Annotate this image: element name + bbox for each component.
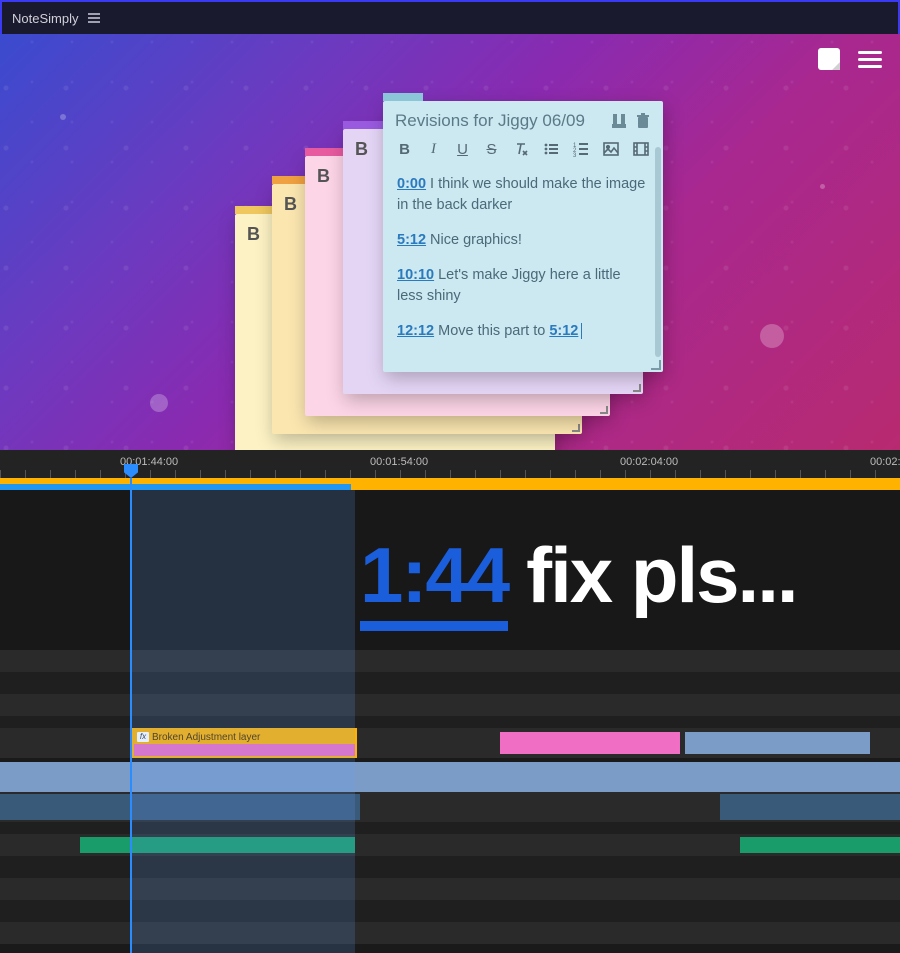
- numbered-list-icon[interactable]: 123: [573, 141, 589, 158]
- ruler-label: 00:02:: [870, 456, 900, 468]
- timestamp-link[interactable]: 10:10: [397, 267, 434, 283]
- preview-panel: B B B B Revisions for Jiggy 06/09 B I U …: [0, 34, 900, 450]
- new-note-icon[interactable]: [818, 48, 840, 70]
- overlay-annotation: 1:44fix pls...: [360, 530, 797, 621]
- app-titlebar: NoteSimply: [0, 0, 900, 34]
- clip-blue[interactable]: [685, 732, 870, 754]
- clip-green[interactable]: [80, 837, 355, 853]
- panel-menu-icon[interactable]: [858, 51, 882, 68]
- clip-green[interactable]: [740, 837, 900, 853]
- italic-icon[interactable]: I: [426, 141, 441, 158]
- clip-darkblue[interactable]: [0, 794, 360, 820]
- underline-icon[interactable]: U: [455, 141, 470, 158]
- video-icon[interactable]: [633, 141, 649, 158]
- overlay-timecode: 1:44: [360, 531, 508, 631]
- clip-blue-full[interactable]: [0, 762, 900, 792]
- fx-badge: fx: [137, 732, 149, 742]
- clip-pink[interactable]: [500, 732, 680, 754]
- playhead[interactable]: [130, 478, 132, 953]
- bold-icon[interactable]: B: [397, 141, 412, 158]
- timeline-panel: 00:01:44:00 00:01:54:00 00:02:04:00 00:0…: [0, 450, 900, 953]
- preview-toolbar: [818, 48, 882, 70]
- overlay-message: fix pls...: [526, 531, 796, 619]
- note-title[interactable]: Revisions for Jiggy 06/09: [395, 111, 603, 131]
- app-title: NoteSimply: [12, 11, 78, 26]
- text-cursor: [581, 323, 582, 339]
- app-menu-icon[interactable]: [88, 13, 100, 23]
- timestamp-link[interactable]: 5:12: [397, 232, 426, 248]
- svg-text:3: 3: [573, 153, 577, 157]
- bold-icon: B: [317, 166, 330, 187]
- bold-icon: B: [247, 224, 260, 245]
- bold-icon: B: [355, 139, 368, 160]
- clear-format-icon[interactable]: [513, 141, 529, 158]
- timestamp-link[interactable]: 12:12: [397, 323, 434, 339]
- trash-icon[interactable]: [635, 113, 651, 129]
- active-sticky-note[interactable]: Revisions for Jiggy 06/09 B I U S 123 0:…: [383, 101, 663, 372]
- clip-label: Broken Adjustment layer: [152, 732, 260, 743]
- image-icon[interactable]: [603, 141, 619, 158]
- ruler-label: 00:02:04:00: [620, 456, 678, 468]
- timestamp-link[interactable]: 0:00: [397, 176, 426, 192]
- bold-icon: B: [284, 194, 297, 215]
- note-header: Revisions for Jiggy 06/09: [383, 101, 663, 137]
- ruler-label: 00:01:54:00: [370, 456, 428, 468]
- clip-darkblue[interactable]: [720, 794, 900, 820]
- bullet-list-icon[interactable]: [543, 141, 559, 158]
- strikethrough-icon[interactable]: S: [484, 141, 499, 158]
- clip-selected[interactable]: fxBroken Adjustment layer: [132, 728, 357, 758]
- resize-handle-icon[interactable]: [649, 358, 661, 370]
- note-body[interactable]: 0:00 I think we should make the image in…: [383, 166, 663, 372]
- timestamp-link[interactable]: 5:12: [549, 323, 578, 339]
- pin-icon[interactable]: [611, 113, 627, 129]
- note-format-toolbar: B I U S 123: [383, 137, 663, 166]
